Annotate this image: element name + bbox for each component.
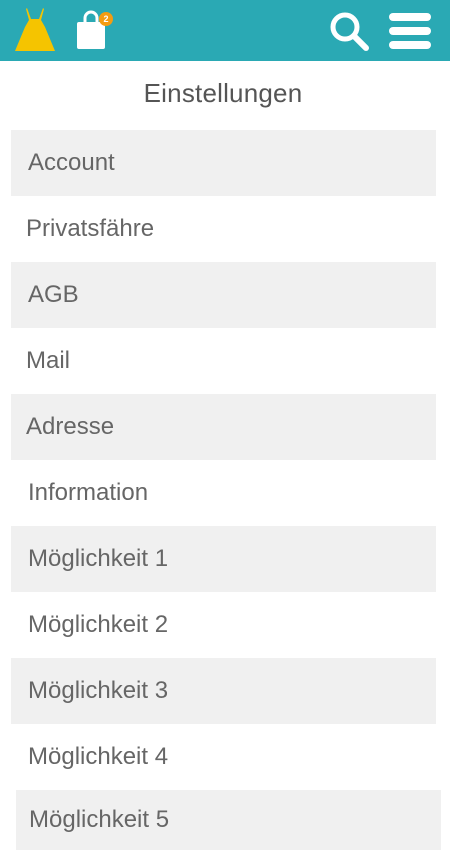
settings-item-label: Privatsfähre	[26, 215, 155, 242]
settings-item-label: Mail	[26, 347, 71, 374]
settings-item-account[interactable]: Account	[11, 130, 436, 196]
settings-item-label: AGB	[28, 281, 79, 308]
settings-item-label: Möglichkeit 3	[28, 677, 169, 704]
settings-item-label: Möglichkeit 4	[28, 743, 169, 770]
settings-item-option-3[interactable]: Möglichkeit 3	[11, 658, 436, 724]
settings-item-label: Adresse	[26, 413, 115, 440]
settings-item-option-4[interactable]: Möglichkeit 4	[11, 724, 436, 790]
settings-item-privacy[interactable]: Privatsfähre	[11, 196, 436, 262]
settings-list: Account Privatsfähre AGB Mail Adresse In…	[0, 0, 450, 850]
settings-item-mail[interactable]: Mail	[11, 328, 436, 394]
settings-item-label: Möglichkeit 5	[29, 806, 170, 833]
settings-item-label: Information	[28, 479, 149, 506]
settings-item-address[interactable]: Adresse	[11, 394, 436, 460]
settings-item-agb[interactable]: AGB	[11, 262, 436, 328]
settings-item-option-2[interactable]: Möglichkeit 2	[11, 592, 436, 658]
settings-item-option-5[interactable]: Möglichkeit 5	[16, 790, 441, 850]
settings-item-label: Möglichkeit 1	[28, 545, 169, 572]
settings-item-label: Möglichkeit 2	[28, 611, 169, 638]
settings-item-label: Account	[28, 149, 115, 176]
settings-item-option-1[interactable]: Möglichkeit 1	[11, 526, 436, 592]
settings-item-information[interactable]: Information	[11, 460, 436, 526]
